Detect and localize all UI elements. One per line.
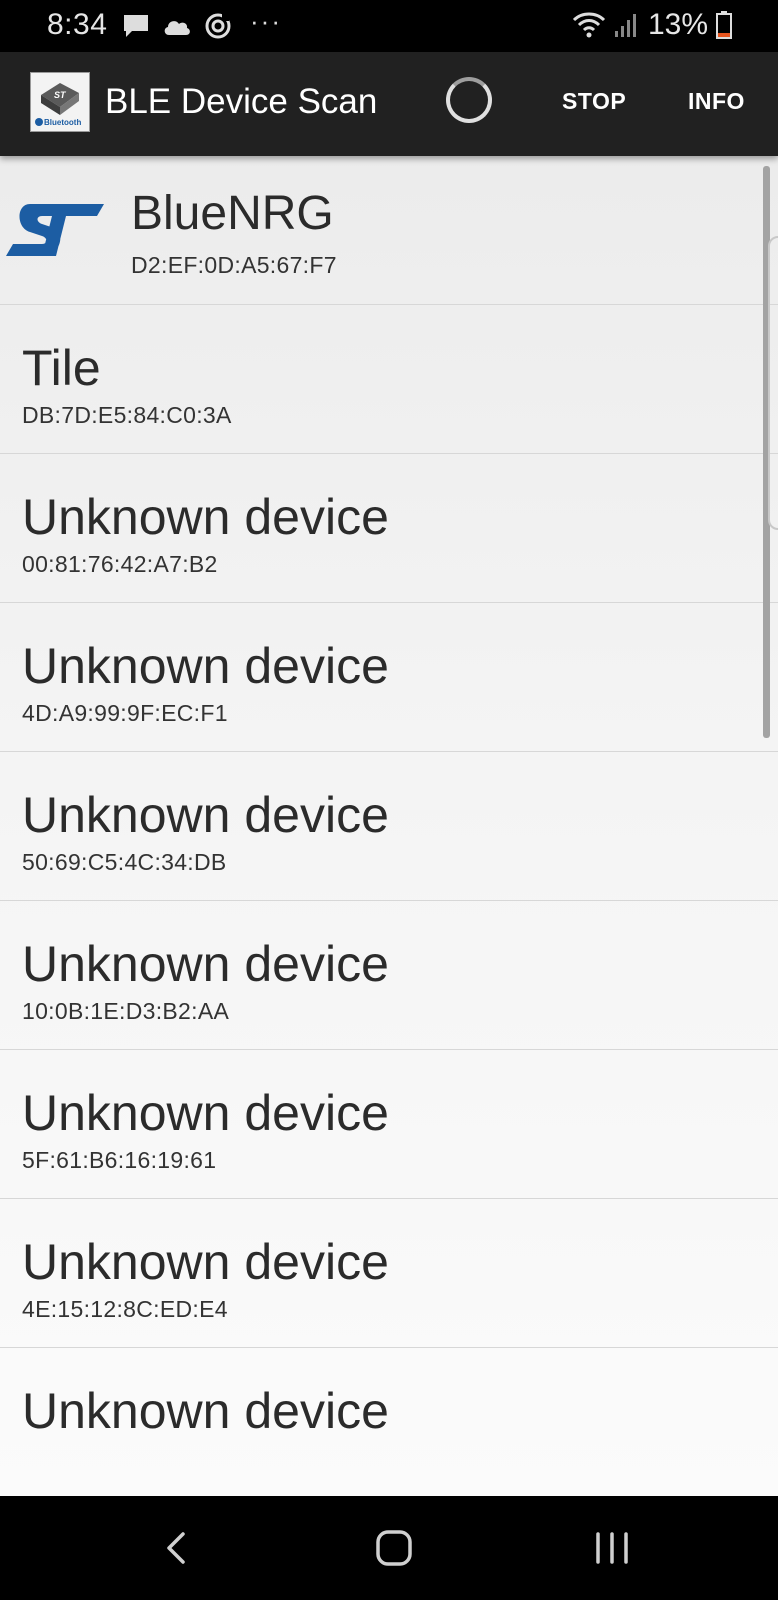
battery-percent: 13%	[647, 8, 708, 41]
device-item[interactable]: Unknown device 5F:61:B6:16:19:61	[0, 1050, 778, 1199]
device-name: Unknown device	[22, 1234, 389, 1290]
stop-button[interactable]: STOP	[562, 88, 626, 115]
device-address: DB:7D:E5:84:C0:3A	[22, 402, 232, 428]
battery-icon	[716, 11, 732, 39]
scanning-progress-spinner	[446, 77, 492, 123]
device-name: BlueNRG	[131, 187, 334, 240]
app-title: BLE Device Scan	[105, 82, 378, 121]
edge-panel-handle[interactable]	[768, 236, 778, 530]
back-icon[interactable]	[155, 1526, 199, 1570]
app-bar: ST Bluetooth BLE Device Scan STOP INFO	[0, 52, 778, 156]
device-item[interactable]: Unknown device 10:0B:1E:D3:B2:AA	[0, 901, 778, 1050]
device-item[interactable]: Unknown device 4E:15:12:8C:ED:E4	[0, 1199, 778, 1348]
cloud-icon	[164, 21, 190, 35]
device-address: 00:81:76:42:A7:B2	[22, 551, 218, 577]
sync-icon	[205, 13, 231, 39]
device-item[interactable]: Unknown device 4D:A9:99:9F:EC:F1	[0, 603, 778, 752]
navigation-bar	[0, 1496, 778, 1600]
device-address: 50:69:C5:4C:34:DB	[22, 849, 227, 875]
status-icons-right: 13%	[572, 8, 732, 42]
device-address: 4E:15:12:8C:ED:E4	[22, 1296, 228, 1322]
device-address: 4D:A9:99:9F:EC:F1	[22, 700, 228, 726]
device-item[interactable]: BlueNRG D2:EF:0D:A5:67:F7	[0, 156, 778, 305]
message-icon	[124, 15, 148, 37]
info-button[interactable]: INFO	[688, 88, 745, 115]
status-bar: 8:34 ··· 13%	[0, 0, 778, 52]
device-item[interactable]: Unknown device 00:81:76:42:A7:B2	[0, 454, 778, 603]
device-name: Tile	[22, 340, 101, 396]
device-name: Unknown device	[22, 936, 389, 992]
status-overflow: ···	[250, 5, 282, 36]
app-logo: ST Bluetooth	[30, 72, 90, 132]
device-name: Unknown device	[22, 1383, 389, 1439]
st-logo-icon	[6, 204, 104, 256]
device-address: 5F:61:B6:16:19:61	[22, 1147, 217, 1173]
signal-icon	[614, 14, 636, 37]
home-icon[interactable]	[372, 1526, 416, 1570]
device-name: Unknown device	[22, 489, 389, 545]
bluetooth-st-logo-icon: ST Bluetooth	[31, 73, 89, 131]
device-item[interactable]: Tile DB:7D:E5:84:C0:3A	[0, 305, 778, 454]
device-list[interactable]: BlueNRG D2:EF:0D:A5:67:F7 Tile DB:7D:E5:…	[0, 156, 778, 1496]
device-item[interactable]: Unknown device 50:69:C5:4C:34:DB	[0, 752, 778, 901]
device-name: Unknown device	[22, 1085, 389, 1141]
svg-text:ST: ST	[54, 90, 67, 100]
status-time: 8:34	[47, 8, 108, 41]
device-name: Unknown device	[22, 638, 389, 694]
wifi-icon	[572, 12, 606, 38]
device-address: D2:EF:0D:A5:67:F7	[131, 252, 337, 278]
screen: 8:34 ··· 13% ST Bluetooth BLE Device Sca…	[0, 0, 778, 1600]
status-icons-left: ···	[122, 6, 282, 40]
bluetooth-logo-text: Bluetooth	[44, 118, 81, 127]
recents-icon[interactable]	[590, 1526, 634, 1570]
device-name: Unknown device	[22, 787, 389, 843]
device-address: 10:0B:1E:D3:B2:AA	[22, 998, 230, 1024]
device-item[interactable]: Unknown device	[0, 1348, 778, 1496]
